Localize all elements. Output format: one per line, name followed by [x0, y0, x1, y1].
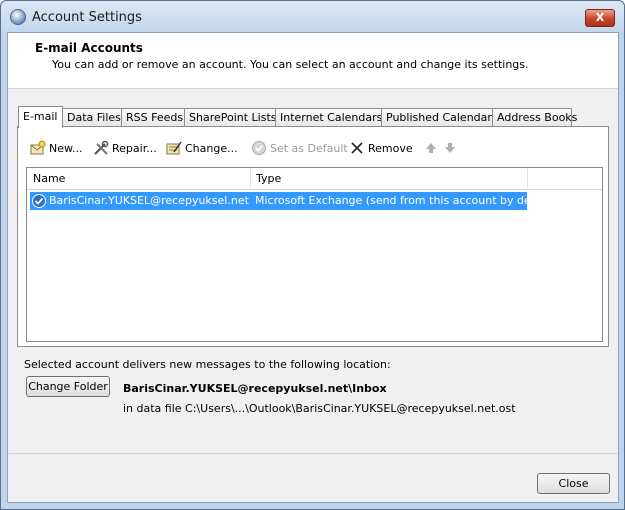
account-row[interactable]: BarisCinar.YUKSEL@recepyuksel.net Micros… — [30, 192, 560, 210]
window-title: Account Settings — [32, 10, 142, 25]
account-settings-window: Account Settings X E-mail Accounts You c… — [0, 0, 625, 510]
move-down-button[interactable] — [442, 139, 461, 157]
new-account-label: New... — [49, 141, 83, 155]
tab-internet-calendars[interactable]: Internet Calendars — [275, 108, 382, 127]
window-close-button[interactable]: X — [585, 9, 615, 27]
footer-divider — [8, 453, 618, 454]
delivery-location-label: Selected account delivers new messages t… — [24, 358, 391, 371]
remove-x-icon — [349, 140, 365, 156]
repair-tools-icon — [93, 140, 109, 156]
change-folder-button[interactable]: Change Folder — [26, 376, 110, 397]
account-name: BarisCinar.YUKSEL@recepyuksel.net — [49, 194, 249, 207]
accounts-list-header: Name Type — [27, 168, 602, 190]
tab-e-mail[interactable]: E-mail — [18, 106, 63, 128]
remove-account-label: Remove — [368, 141, 413, 155]
tab-address-books[interactable]: Address Books — [492, 108, 577, 127]
move-up-button[interactable] — [423, 139, 442, 157]
delivery-data-file: in data file C:\Users\...\Outlook\BarisC… — [123, 402, 516, 415]
dialog-client-area: E-mail Accounts You can add or remove an… — [7, 32, 619, 503]
tab-sharepoint-lists[interactable]: SharePoint Lists — [184, 108, 277, 127]
column-divider[interactable] — [527, 168, 528, 190]
account-type: Microsoft Exchange (send from this accou… — [255, 194, 561, 207]
header-subtitle: You can add or remove an account. You ca… — [52, 58, 529, 71]
arrow-down-icon — [442, 140, 458, 156]
tab-published-calendars[interactable]: Published Calendars — [381, 108, 498, 127]
repair-account-button[interactable]: Repair... — [93, 139, 157, 157]
change-account-label: Change... — [185, 141, 238, 155]
change-settings-icon — [166, 140, 182, 156]
tab-data-files[interactable]: Data Files — [62, 108, 122, 127]
column-header-type[interactable]: Type — [250, 168, 527, 190]
header-title: E-mail Accounts — [35, 41, 143, 55]
tab-rss-feeds[interactable]: RSS Feeds — [121, 108, 185, 127]
e-mail-tab-panel: New... Repair... Change... Set as Defaul… — [17, 126, 609, 347]
set-as-default-button[interactable]: Set as Default — [251, 139, 348, 157]
dialog-header: E-mail Accounts You can add or remove an… — [8, 33, 618, 89]
change-account-button[interactable]: Change... — [166, 139, 238, 157]
repair-account-label: Repair... — [112, 141, 157, 155]
arrow-up-icon — [423, 140, 439, 156]
close-button[interactable]: Close — [537, 473, 610, 494]
column-header-name[interactable]: Name — [27, 168, 250, 190]
new-mail-icon — [30, 140, 46, 156]
new-account-button[interactable]: New... — [30, 139, 82, 157]
set-as-default-label: Set as Default — [270, 141, 348, 155]
accounts-list[interactable]: Name Type BarisCinar.YUKSEL@recepyuksel.… — [26, 167, 603, 342]
delivery-folder-path: BarisCinar.YUKSEL@recepyuksel.net\Inbox — [123, 382, 387, 395]
title-bar[interactable]: Account Settings X — [1, 1, 624, 33]
remove-account-button[interactable]: Remove — [349, 139, 413, 157]
set-default-check-icon — [251, 140, 267, 156]
default-check-icon — [31, 193, 47, 215]
outlook-app-icon — [10, 9, 26, 25]
